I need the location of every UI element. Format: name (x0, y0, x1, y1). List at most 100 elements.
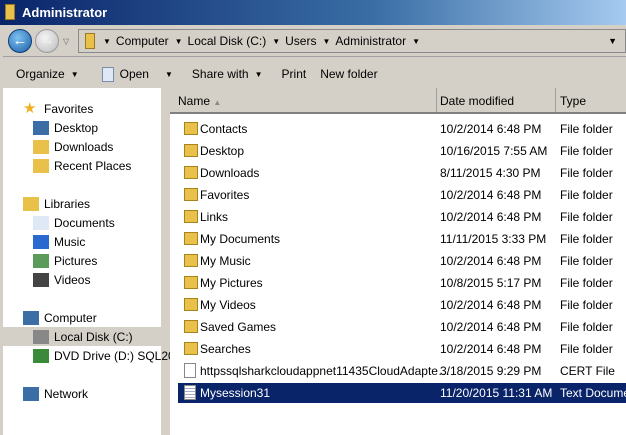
file-date: 10/2/2014 6:48 PM (440, 210, 542, 224)
breadcrumb-local-disk[interactable]: Local Disk (C:) (188, 34, 267, 48)
file-name: My Music (200, 254, 251, 268)
organize-button[interactable]: Organize ▼ (16, 67, 84, 81)
file-date: 10/2/2014 6:48 PM (440, 188, 542, 202)
sidebar-item-computer[interactable]: Computer (23, 308, 97, 327)
column-date-modified[interactable]: Date modified (437, 88, 556, 112)
sidebar-item-label: Recent Places (54, 158, 132, 173)
file-list: Name ▲ Date modified Type Contacts 10/2/2… (170, 88, 626, 435)
sidebar-item-downloads[interactable]: Downloads (33, 137, 113, 156)
file-name: Searches (200, 342, 251, 356)
file-date: 10/2/2014 6:48 PM (440, 122, 542, 136)
new-folder-button[interactable]: New folder (320, 67, 377, 81)
file-name: Contacts (200, 122, 248, 136)
print-label: Print (281, 67, 307, 81)
file-type: File folder (560, 320, 613, 334)
column-name[interactable]: Name ▲ (170, 88, 437, 112)
file-type: File folder (560, 276, 613, 290)
file-name: Links (200, 210, 229, 224)
star-icon: ★ (23, 99, 37, 117)
file-date: 3/18/2015 9:29 PM (440, 364, 542, 378)
file-row[interactable]: Mysession31 11/20/2015 11:31 AM Text Docum… (178, 383, 626, 403)
file-type: File folder (560, 298, 613, 312)
column-header: Name ▲ Date modified Type (170, 88, 626, 114)
address-bar[interactable]: ▼ Computer ▼ Local Disk (C:) ▼ Users ▼ Admi… (78, 29, 626, 53)
file-type: File folder (560, 210, 613, 224)
share-label: Share with (191, 67, 249, 81)
folder-icon (184, 188, 198, 201)
column-type[interactable]: Type (556, 88, 626, 112)
sidebar-item-label: Computer (44, 310, 97, 325)
file-type: Text Document (560, 386, 626, 400)
file-date: 11/20/2015 11:31 AM (440, 386, 553, 400)
folder-icon (184, 320, 198, 333)
folder-icon (184, 122, 198, 135)
file-row[interactable]: Downloads 8/11/2015 4:30 PM File folder (178, 163, 626, 183)
sidebar-item-label: Videos (54, 272, 91, 287)
file-row[interactable]: httpssqlsharkcloudappnet11435CloudAdapte… (178, 361, 626, 381)
breadcrumb-arrow[interactable]: ▼ (175, 37, 183, 46)
sidebar-item-local-disk-c[interactable]: Local Disk (C:) (3, 327, 161, 346)
file-row[interactable]: Favorites 10/2/2014 6:48 PM File folder (178, 185, 626, 205)
sidebar-item-libraries[interactable]: Libraries (23, 194, 90, 213)
pictures-icon (33, 253, 49, 268)
column-name-label: Name (178, 94, 211, 108)
notepad-icon (101, 66, 114, 82)
breadcrumb-arrow[interactable]: ▼ (103, 37, 111, 46)
sidebar-item-music[interactable]: Music (33, 232, 85, 251)
folder-icon (184, 210, 198, 223)
sidebar-item-label: Libraries (44, 196, 91, 211)
breadcrumb-arrow[interactable]: ▼ (272, 37, 280, 46)
folder-icon (5, 4, 15, 20)
sidebar-item-label: DVD Drive (D:) SQL20 (54, 348, 175, 363)
file-date: 10/8/2015 5:17 PM (440, 276, 542, 290)
file-name: httpssqlsharkcloudappnet11435CloudAdapte… (200, 364, 450, 378)
address-history-dropdown[interactable]: ▼ (608, 36, 617, 46)
folder-icon (184, 166, 198, 179)
file-row[interactable]: Saved Games 10/2/2014 6:48 PM File folder (178, 317, 626, 337)
sidebar-item-favorites[interactable]: ★ Favorites (23, 99, 93, 118)
file-row[interactable]: My Documents 11/11/2015 3:33 PM File folde… (178, 229, 626, 249)
print-button[interactable]: Print (282, 67, 307, 81)
sidebar-item-documents[interactable]: Documents (33, 213, 115, 232)
folder-icon (184, 298, 198, 311)
downloads-icon (33, 139, 49, 154)
breadcrumb-arrow[interactable]: ▼ (412, 37, 420, 46)
sidebar-item-label: Downloads (54, 139, 114, 154)
recent-pages-dropdown[interactable]: ▽ (63, 37, 69, 46)
file-row[interactable]: Desktop 10/16/2015 7:55 AM File folder (178, 141, 626, 161)
file-icon (184, 363, 196, 378)
folder-icon (85, 33, 95, 49)
share-with-button[interactable]: Share with ▼ (192, 67, 268, 81)
file-row[interactable]: Searches 10/2/2014 6:48 PM File folder (178, 339, 626, 359)
file-row[interactable]: My Videos 10/2/2014 6:48 PM File folder (178, 295, 626, 315)
sidebar-item-desktop[interactable]: Desktop (33, 118, 98, 137)
breadcrumb-arrow[interactable]: ▼ (322, 37, 330, 46)
sidebar-item-videos[interactable]: Videos (33, 270, 90, 289)
file-row[interactable]: My Pictures 10/8/2015 5:17 PM File folder (178, 273, 626, 293)
back-button[interactable]: ← (8, 29, 32, 53)
sidebar-item-label: Local Disk (C:) (54, 329, 133, 344)
sidebar-item-pictures[interactable]: Pictures (33, 251, 97, 270)
chevron-down-icon: ▼ (164, 69, 173, 79)
file-row[interactable]: My Music 10/2/2014 6:48 PM File folder (178, 251, 626, 271)
sidebar-item-recent-places[interactable]: Recent Places (33, 156, 131, 175)
forward-button[interactable]: → (35, 29, 59, 53)
open-button[interactable]: Open ▼ (101, 66, 178, 82)
breadcrumb-users[interactable]: Users (285, 34, 316, 48)
sidebar-item-label: Pictures (54, 253, 98, 268)
file-date: 10/2/2014 6:48 PM (440, 320, 542, 334)
desktop-icon (33, 120, 49, 135)
sidebar-item-label: Music (54, 234, 86, 249)
sidebar-item-network[interactable]: Network (23, 384, 88, 403)
breadcrumb-computer[interactable]: Computer (116, 34, 169, 48)
navigation-pane: ★ Favorites Desktop Downloads Recent Places L… (3, 88, 175, 435)
file-type: File folder (560, 122, 613, 136)
file-date: 10/16/2015 7:55 AM (440, 144, 548, 158)
column-type-label: Type (560, 94, 587, 108)
breadcrumb-administrator[interactable]: Administrator (335, 34, 406, 48)
file-type: File folder (560, 188, 613, 202)
file-row[interactable]: Contacts 10/2/2014 6:48 PM File folder (178, 119, 626, 139)
file-row[interactable]: Links 10/2/2014 6:48 PM File folder (178, 207, 626, 227)
recent-places-icon (33, 158, 49, 173)
sidebar-item-dvd-drive-d-sql20[interactable]: DVD Drive (D:) SQL20 (33, 346, 175, 365)
